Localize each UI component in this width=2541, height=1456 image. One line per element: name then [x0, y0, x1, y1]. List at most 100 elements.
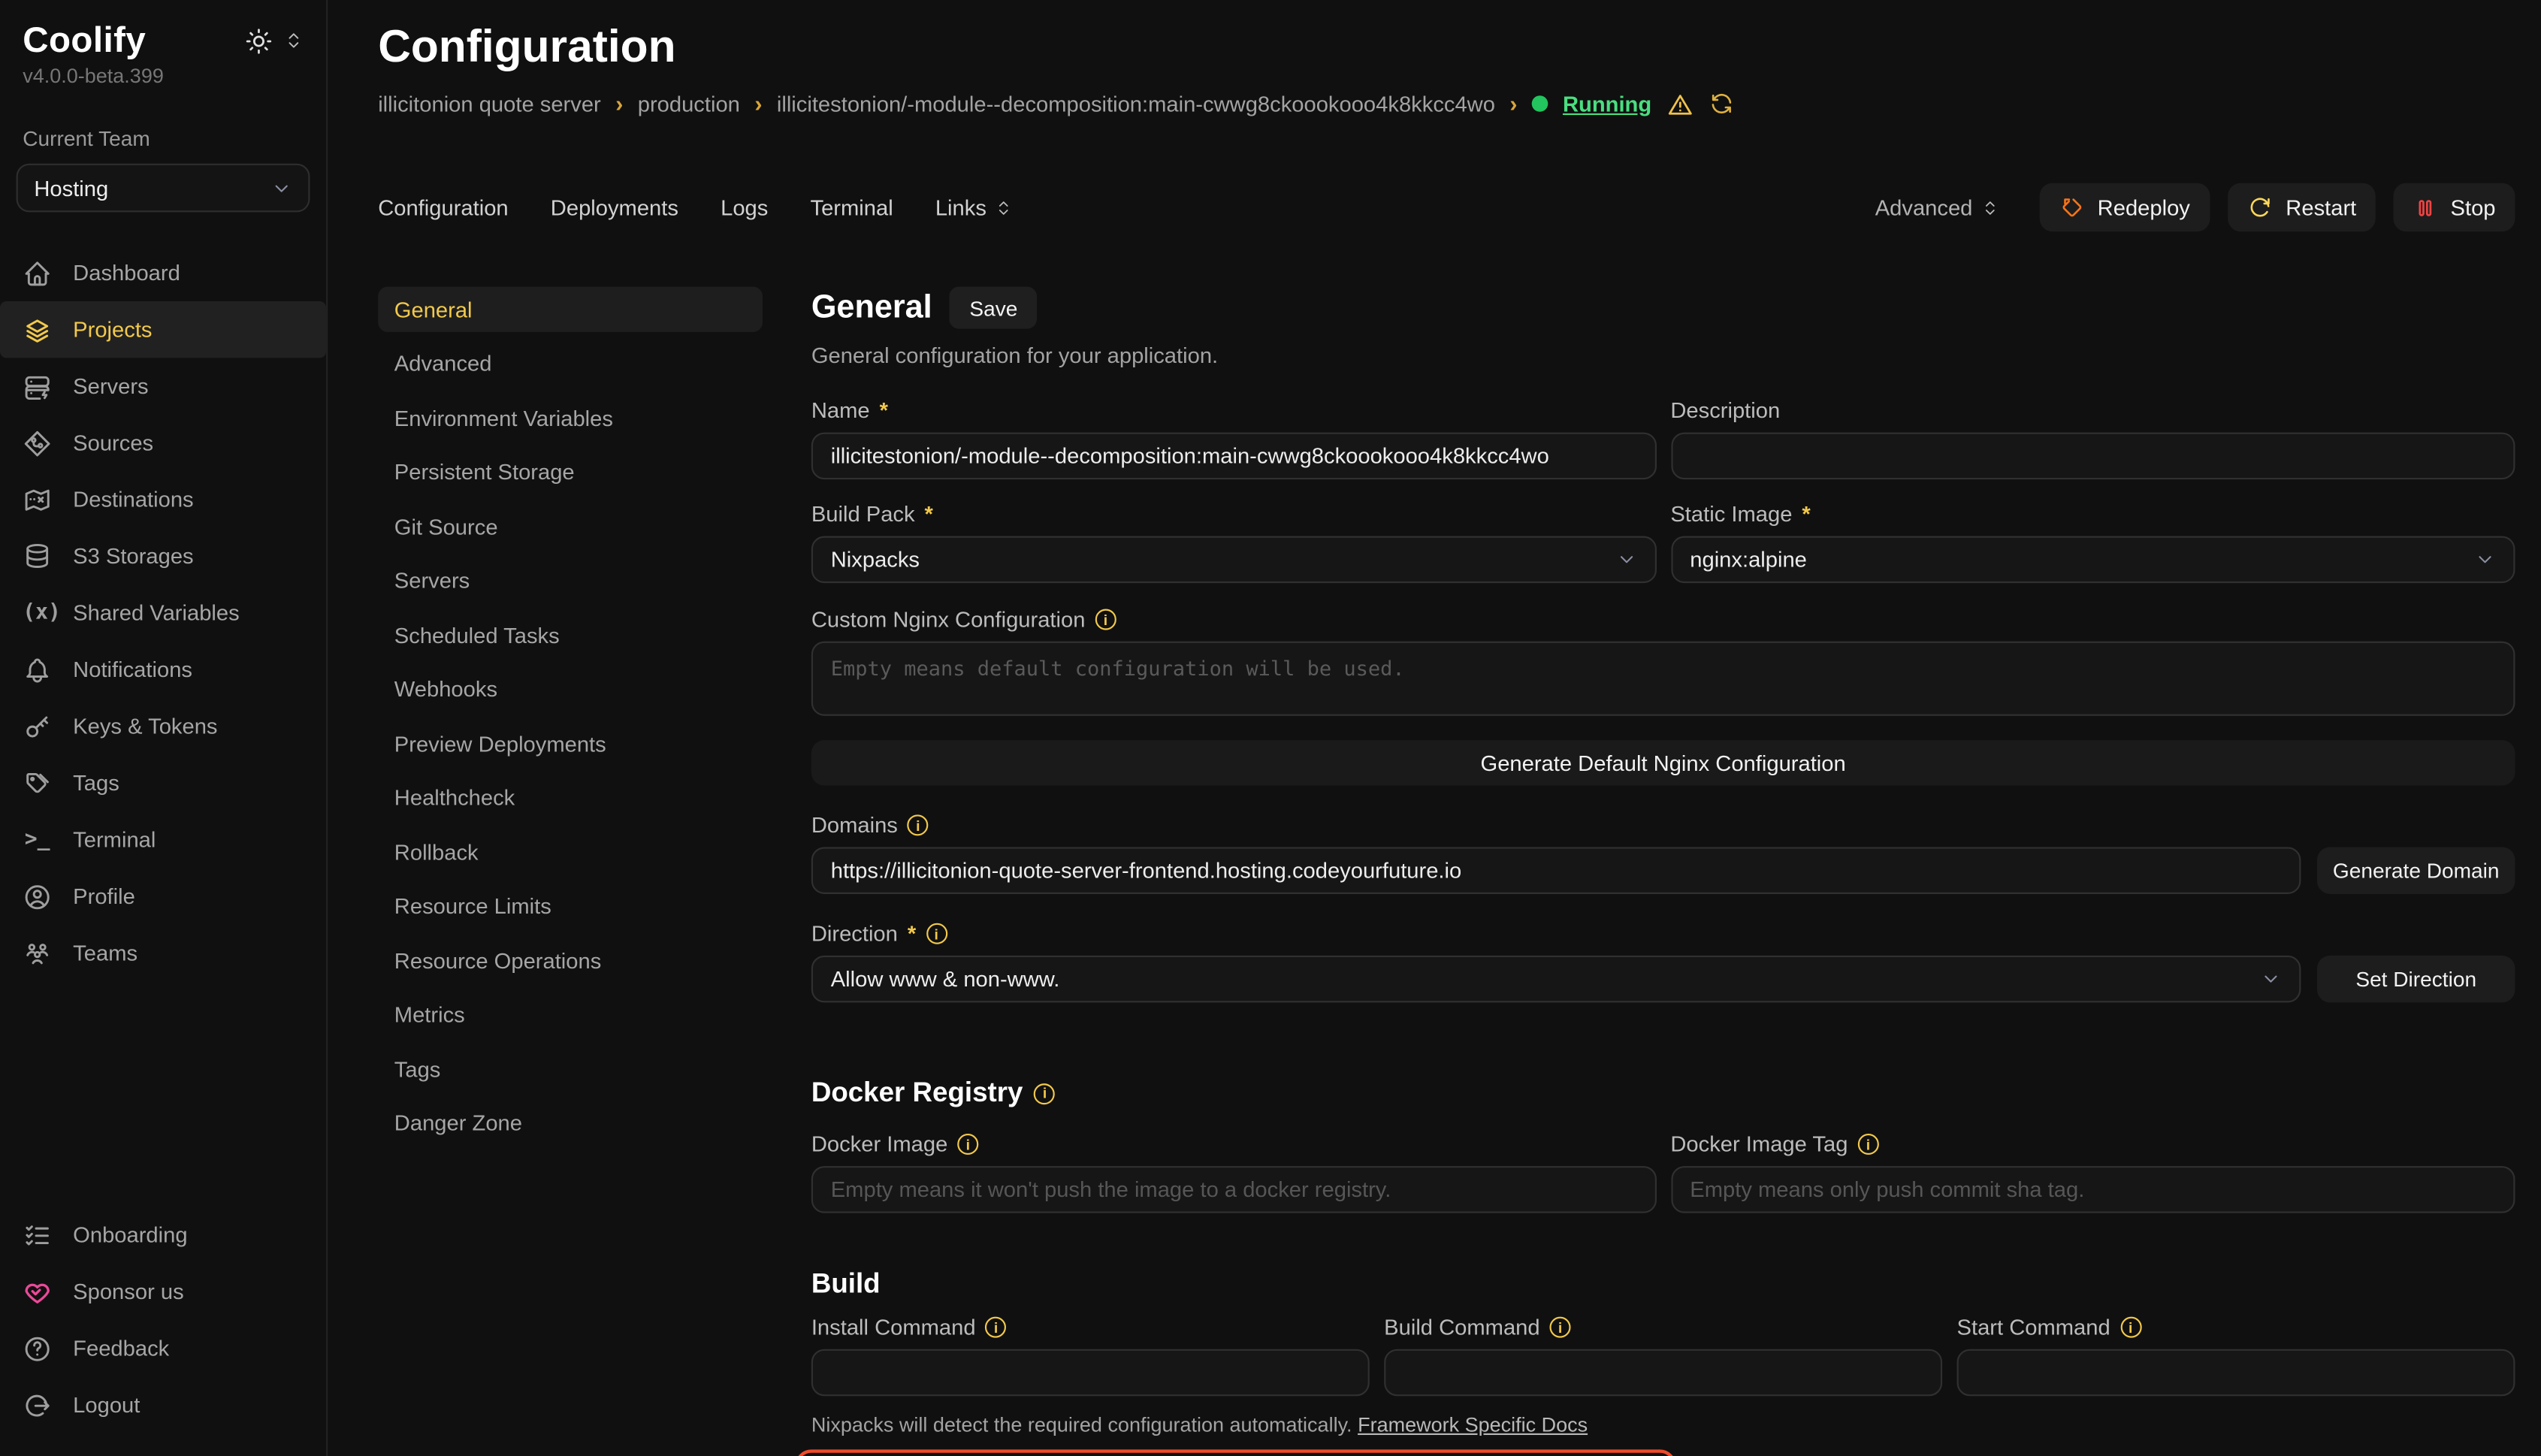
subnav-tags[interactable]: Tags: [378, 1047, 763, 1092]
redeploy-button[interactable]: Redeploy: [2039, 183, 2210, 232]
start-command-input[interactable]: [1957, 1349, 2515, 1397]
subnav-resource-operations[interactable]: Resource Operations: [378, 938, 763, 983]
subnav-healthcheck[interactable]: Healthcheck: [378, 775, 763, 820]
sidebar-item-keys-tokens[interactable]: Keys & Tokens: [0, 698, 326, 754]
domains-input[interactable]: [811, 847, 2301, 894]
docker-image-input[interactable]: [811, 1166, 1656, 1213]
docker-image-label: Docker Image: [811, 1132, 948, 1156]
warning-triangle-icon[interactable]: [1666, 90, 1694, 118]
sidebar-item-sponsor[interactable]: Sponsor us: [0, 1263, 326, 1319]
theme-sun-icon[interactable]: [245, 27, 273, 55]
home-icon: [23, 258, 52, 288]
subnav-danger-zone[interactable]: Danger Zone: [378, 1101, 763, 1146]
sidebar-item-shared-variables[interactable]: (x) Shared Variables: [0, 585, 326, 641]
install-command-input[interactable]: [811, 1349, 1370, 1397]
advanced-dropdown[interactable]: Advanced: [1875, 195, 1999, 219]
restart-button[interactable]: Restart: [2228, 183, 2376, 232]
info-icon[interactable]: i: [1857, 1134, 1878, 1155]
subnav-git-source[interactable]: Git Source: [378, 503, 763, 548]
set-direction-button[interactable]: Set Direction: [2317, 956, 2515, 1003]
custom-nginx-textarea[interactable]: [811, 642, 2515, 716]
sidebar-item-onboarding[interactable]: Onboarding: [0, 1207, 326, 1263]
tag-icon: [23, 769, 52, 798]
status-running-link[interactable]: Running: [1563, 92, 1651, 116]
info-icon[interactable]: i: [926, 923, 947, 944]
tab-terminal[interactable]: Terminal: [811, 195, 893, 219]
build-command-input[interactable]: [1384, 1349, 1942, 1397]
sidebar-item-tags[interactable]: Tags: [0, 755, 326, 811]
generate-domain-button[interactable]: Generate Domain: [2317, 847, 2515, 894]
team-select[interactable]: Hosting: [17, 164, 310, 213]
subnav-scheduled-tasks[interactable]: Scheduled Tasks: [378, 612, 763, 657]
info-icon[interactable]: i: [986, 1317, 1007, 1338]
name-input[interactable]: [811, 433, 1656, 480]
subnav-webhooks[interactable]: Webhooks: [378, 666, 763, 711]
build-pack-select[interactable]: Nixpacks: [811, 536, 1656, 584]
breadcrumb-application[interactable]: illicitestonion/-module--decomposition:m…: [777, 92, 1495, 116]
info-icon[interactable]: i: [1550, 1317, 1571, 1338]
tab-deployments[interactable]: Deployments: [551, 195, 678, 219]
subnav-servers[interactable]: Servers: [378, 558, 763, 603]
refresh-icon[interactable]: [1709, 91, 1735, 116]
sidebar-item-profile[interactable]: Profile: [0, 868, 326, 924]
direction-label: Direction: [811, 922, 898, 946]
build-pack-label: Build Pack: [811, 502, 915, 526]
subnav-environment-variables[interactable]: Environment Variables: [378, 395, 763, 440]
current-team-label: Current Team: [0, 126, 326, 150]
generate-nginx-button[interactable]: Generate Default Nginx Configuration: [811, 740, 2515, 785]
docker-image-tag-label: Docker Image Tag: [1670, 1132, 1848, 1156]
info-icon[interactable]: i: [957, 1134, 978, 1155]
static-image-label: Static Image: [1670, 502, 1792, 526]
sidebar-item-feedback[interactable]: Feedback: [0, 1320, 326, 1376]
map-icon: [23, 485, 52, 515]
breadcrumb-environment[interactable]: production: [638, 92, 740, 116]
docker-image-tag-input[interactable]: [1670, 1166, 2515, 1213]
restart-icon: [2246, 195, 2273, 220]
help-circle-icon: [23, 1334, 52, 1363]
sidebar: Coolify v4.0.0-beta.399 Current Team Hos…: [0, 0, 328, 1456]
sidebar-item-destinations[interactable]: Destinations: [0, 471, 326, 527]
sidebar-item-projects[interactable]: Projects: [0, 301, 326, 358]
theme-selector-chevrons-icon[interactable]: [284, 29, 304, 52]
framework-docs-link[interactable]: Framework Specific Docs: [1358, 1414, 1588, 1436]
info-icon[interactable]: i: [2120, 1317, 2141, 1338]
stop-button[interactable]: Stop: [2394, 183, 2515, 232]
subnav-metrics[interactable]: Metrics: [378, 992, 763, 1037]
section-subtitle: General configuration for your applicati…: [811, 343, 2515, 367]
breadcrumb-project[interactable]: illicitonion quote server: [378, 92, 601, 116]
start-command-label: Start Command: [1957, 1315, 2110, 1339]
sidebar-footer-nav: Onboarding Sponsor us Feedback Logout: [0, 1207, 326, 1433]
sidebar-item-dashboard[interactable]: Dashboard: [0, 245, 326, 301]
sidebar-item-servers[interactable]: Servers: [0, 358, 326, 414]
tab-links[interactable]: Links: [935, 195, 1013, 219]
custom-nginx-label: Custom Nginx Configuration: [811, 607, 1086, 631]
subnav-resource-limits[interactable]: Resource Limits: [378, 884, 763, 929]
team-select-value: Hosting: [34, 176, 108, 200]
database-icon: [23, 542, 52, 571]
static-image-select[interactable]: nginx:alpine: [1670, 536, 2515, 584]
sidebar-item-teams[interactable]: Teams: [0, 925, 326, 981]
chevrons-updown-icon: [995, 197, 1013, 218]
subnav-rollback[interactable]: Rollback: [378, 829, 763, 875]
sidebar-item-terminal[interactable]: >_ Terminal: [0, 811, 326, 868]
info-icon[interactable]: i: [908, 814, 929, 835]
info-icon[interactable]: i: [1035, 1083, 1056, 1104]
section-heading: General: [811, 287, 932, 329]
base-directory-highlight: Base Directoryi: [795, 1449, 1675, 1456]
info-icon[interactable]: i: [1095, 609, 1116, 630]
tab-logs[interactable]: Logs: [721, 195, 768, 219]
save-button[interactable]: Save: [950, 287, 1037, 329]
subnav-persistent-storage[interactable]: Persistent Storage: [378, 449, 763, 494]
layers-icon: [23, 315, 52, 344]
direction-select[interactable]: Allow www & non-www.: [811, 956, 2301, 1003]
sidebar-item-logout[interactable]: Logout: [0, 1376, 326, 1433]
tab-configuration[interactable]: Configuration: [378, 195, 508, 219]
subnav-general[interactable]: General: [378, 287, 763, 332]
sidebar-item-notifications[interactable]: Notifications: [0, 642, 326, 698]
subnav-advanced[interactable]: Advanced: [378, 341, 763, 386]
subnav-preview-deployments[interactable]: Preview Deployments: [378, 720, 763, 766]
breadcrumb-separator: ›: [1509, 91, 1517, 116]
description-input[interactable]: [1670, 433, 2515, 480]
sidebar-item-sources[interactable]: Sources: [0, 415, 326, 471]
sidebar-item-s3-storages[interactable]: S3 Storages: [0, 528, 326, 585]
